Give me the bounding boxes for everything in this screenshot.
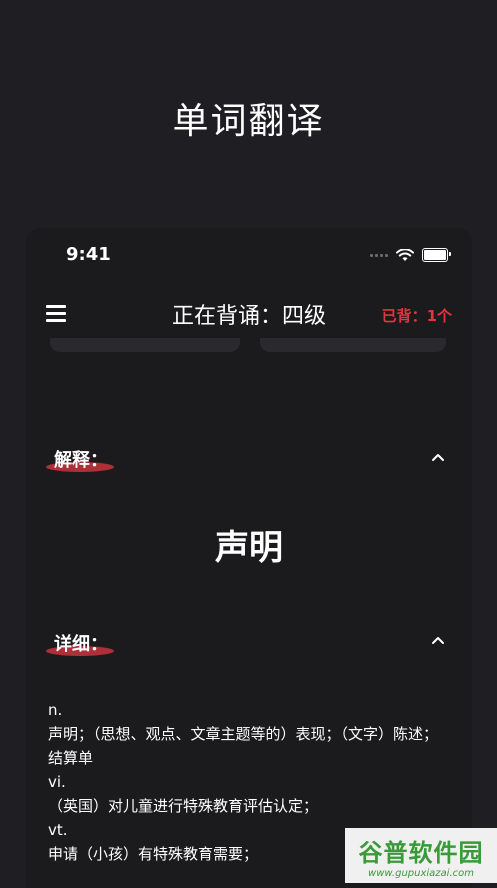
wifi-icon [396,248,414,261]
explanation-label: 解释： [46,446,114,472]
chevron-up-icon[interactable] [430,632,446,648]
status-time: 9:41 [66,244,111,265]
signal-icon [370,253,388,257]
detail-label: 详细： [46,630,114,656]
chevron-up-icon[interactable] [430,449,446,465]
memorized-count: 已背：1个 [381,307,452,325]
detail-line: 声明；（思想、观点、文章主题等的）表现；（文字）陈述；结算单 [48,725,439,767]
card-stub-left [50,338,240,352]
detail-line: （英国）对儿童进行特殊教育评估认定； [48,797,319,815]
status-icons [370,248,451,262]
word-translation: 声明 [215,528,283,568]
watermark-logo: 谷普软件园 www.gupuxiazai.com [345,828,497,883]
battery-icon [422,248,451,262]
phone-screen: 9:41 正在背诵：四级 已背：1个 解释： 声明 详细： n. 声明；（思想、… [26,228,472,888]
promo-title: 单词翻译 [172,101,325,142]
detail-line: n. [48,701,63,719]
detail-line: vi. [48,773,66,791]
card-stub-right [260,338,446,352]
